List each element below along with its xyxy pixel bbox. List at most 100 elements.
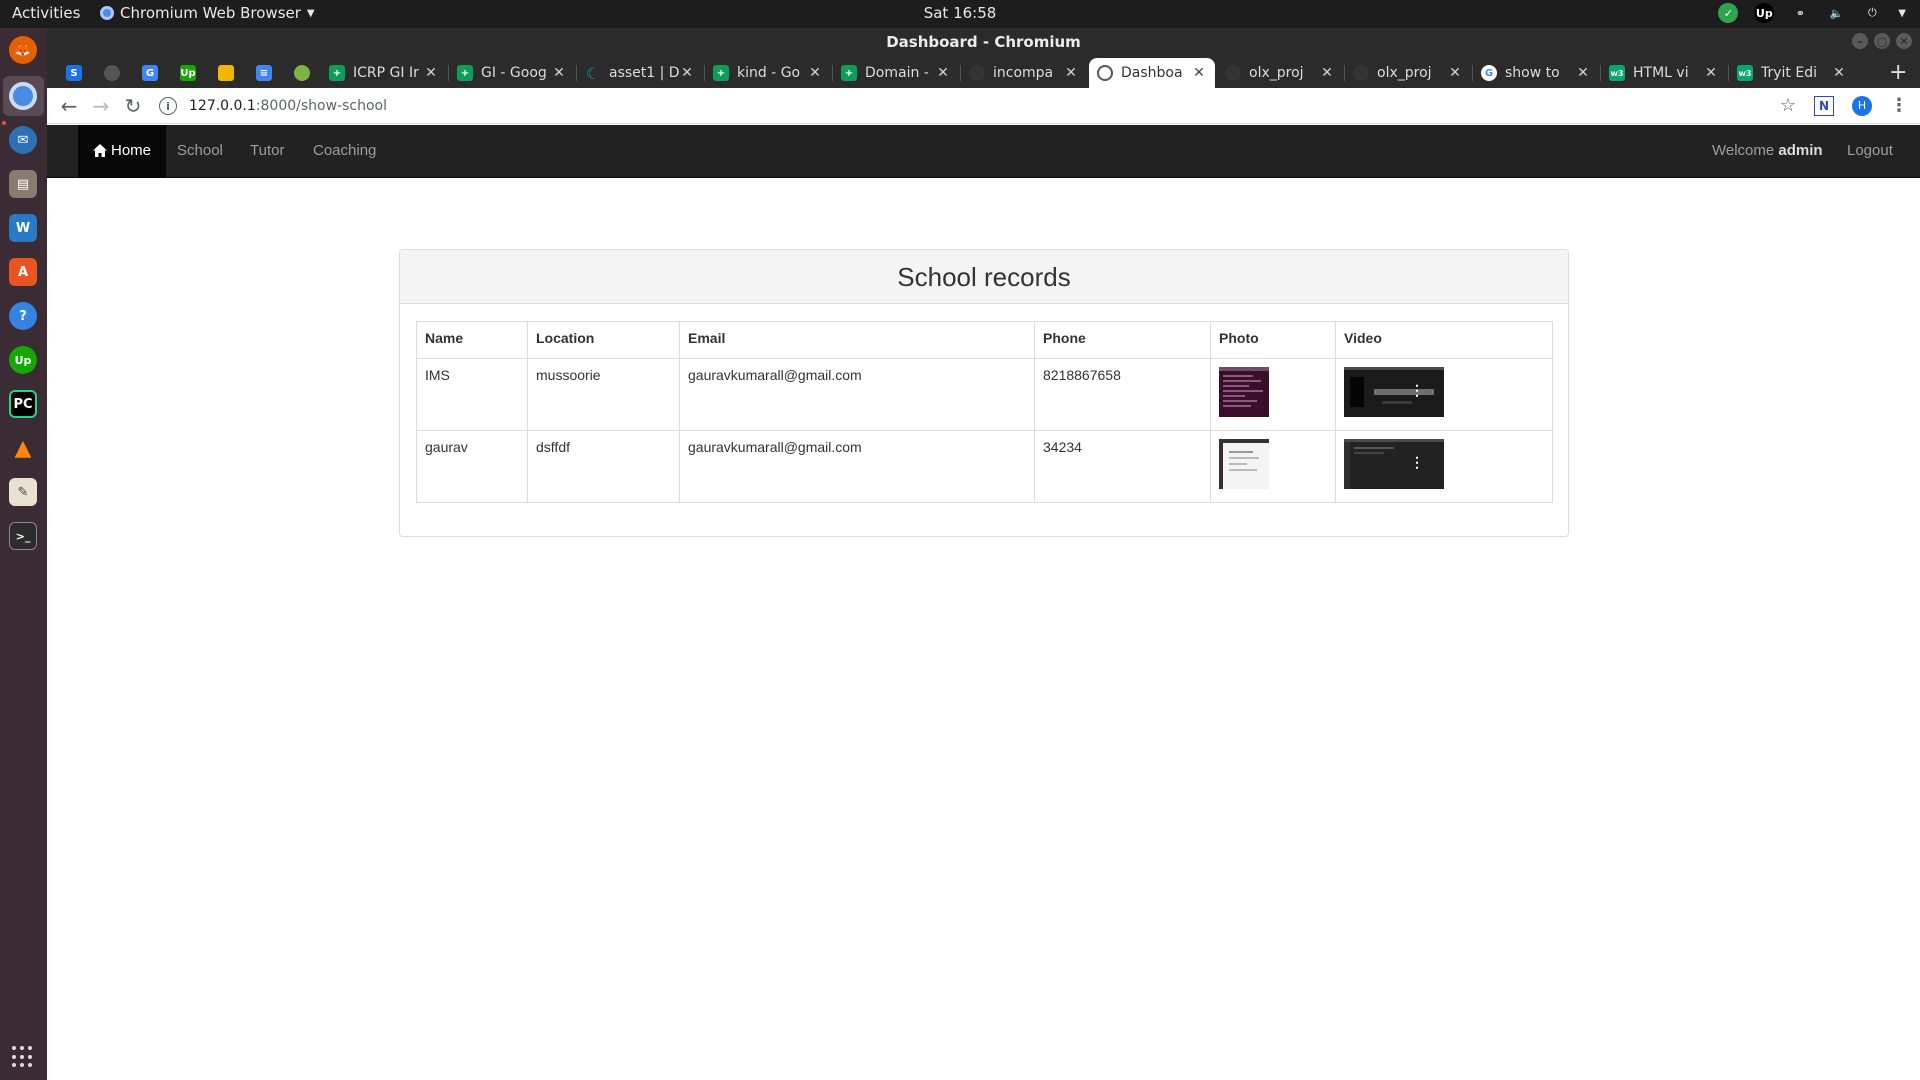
menu-kebab-icon[interactable]: ⋮ [1890,95,1908,116]
close-tab-icon[interactable]: ✕ [1831,65,1847,81]
text-editor-icon[interactable]: ✎ [9,478,37,506]
close-tab-icon[interactable]: ✕ [423,65,439,81]
maximize-icon[interactable]: ▢ [1874,33,1890,49]
pinned-tab[interactable] [207,58,245,88]
tab-strip: S G Up ≡ + ICRP GI Ir ✕ + GI - Goog ✕ ☾ asset… [47,56,1920,88]
school-records-table: Name Location Email Phone Photo Video IM… [416,321,1553,503]
video-menu-icon[interactable]: ⋮ [1410,383,1424,397]
w3schools-icon: w3 [1737,65,1753,81]
activities-button[interactable]: Activities [12,4,80,22]
nav-tutor[interactable]: Tutor [235,125,299,177]
video-menu-icon[interactable]: ⋮ [1410,455,1424,469]
extension-n-icon[interactable]: N [1814,95,1834,116]
video-thumbnail[interactable]: ⋮ [1344,439,1444,489]
close-tab-icon[interactable]: ✕ [1447,65,1463,81]
volume-icon[interactable]: 🔈 [1826,3,1846,23]
caret-down-icon[interactable]: ▼ [1898,8,1906,19]
photo-thumbnail[interactable] [1219,439,1269,489]
software-center-icon[interactable]: A [9,258,37,286]
window-title: Dashboard - Chromium [886,33,1081,51]
close-tab-icon[interactable]: ✕ [1319,65,1335,81]
pinned-tab[interactable]: ≡ [245,58,283,88]
column-header-email: Email [679,321,1035,359]
tab[interactable]: w3 HTML vi ✕ [1601,58,1727,88]
panel-title: School records [897,262,1071,292]
reload-icon[interactable]: ↻ [121,94,145,118]
back-icon[interactable]: ← [57,94,81,118]
tab[interactable]: olx_proj ✕ [1217,58,1343,88]
upwork-tab-icon: Up [180,65,196,81]
github-icon [969,65,985,81]
sheets-icon: + [329,65,345,81]
chromium-dock-icon[interactable] [9,82,37,110]
new-tab-button[interactable]: + [1889,60,1907,85]
close-tab-icon[interactable]: ✕ [935,65,951,81]
upwork-icon[interactable]: Up [9,346,37,374]
close-tab-icon[interactable]: ✕ [807,65,823,81]
nav-coaching[interactable]: Coaching [298,125,391,177]
help-icon[interactable]: ? [9,302,37,330]
cell-photo [1210,430,1336,503]
show-applications-icon[interactable] [12,1046,34,1068]
tab[interactable]: + GI - Goog ✕ [449,58,575,88]
address-bar[interactable]: i 127.0.0.1:8000/show-school [159,92,1839,120]
dock-running-indicator [2,121,6,125]
pinned-tab[interactable] [93,58,131,88]
close-tab-icon[interactable]: ✕ [551,65,567,81]
profile-avatar[interactable]: H [1852,95,1872,116]
video-frame [1344,367,1444,417]
close-tab-icon[interactable]: ✕ [1191,65,1207,81]
caret-down-icon: ▼ [306,7,315,19]
app-menu[interactable]: Chromium Web Browser ▼ [100,4,315,22]
pycharm-icon[interactable]: PC [9,390,37,418]
minimize-icon[interactable]: – [1852,33,1868,49]
update-icon[interactable]: ✓ [1718,3,1739,23]
photo-thumbnail[interactable] [1219,367,1269,417]
bookmark-star-icon[interactable]: ☆ [1780,95,1796,116]
thunderbird-icon[interactable]: ✉ [9,126,37,154]
tab[interactable]: Gshow to ✕ [1473,58,1599,88]
nav-school[interactable]: School [162,125,238,177]
tab-active[interactable]: Dashboa ✕ [1089,58,1215,88]
pinned-tab[interactable]: S [55,58,93,88]
pinned-tab[interactable]: G [131,58,169,88]
files-icon[interactable]: ▤ [9,170,37,198]
firefox-icon[interactable]: 🦊 [9,36,37,64]
close-tab-icon[interactable]: ✕ [679,65,695,81]
forward-icon[interactable]: → [89,94,113,118]
cell-phone: 34234 [1034,430,1211,503]
tab[interactable]: + kind - Go ✕ [705,58,831,88]
tab[interactable]: ☾ asset1 | D ✕ [577,58,703,88]
writer-icon[interactable]: W [9,214,37,242]
tab[interactable]: + ICRP GI Ir ✕ [321,58,447,88]
close-tab-icon[interactable]: ✕ [1703,65,1719,81]
close-tab-icon[interactable]: ✕ [1063,65,1079,81]
tab-label: ICRP GI Ir [353,65,419,81]
welcome-text: Welcome admin [1697,125,1838,177]
terminal-icon[interactable]: >_ [9,522,37,550]
sheets-icon: + [713,65,729,81]
tab[interactable]: incompa ✕ [961,58,1087,88]
power-icon[interactable]: ⏻ [1862,3,1882,23]
vlc-icon[interactable]: ▲ [9,434,37,462]
cell-video: ⋮ [1335,358,1553,431]
close-window-icon[interactable]: ✕ [1896,33,1912,49]
school-records-panel: School records Name Location Email Phone… [399,249,1569,537]
tab[interactable]: olx_proj ✕ [1345,58,1471,88]
close-tab-icon[interactable]: ✕ [1575,65,1591,81]
network-icon[interactable]: ⚭ [1790,3,1810,23]
tab-label: asset1 | D [609,65,679,81]
tab[interactable]: w3 Tryit Edi ✕ [1729,58,1855,88]
upwork-tray-icon[interactable]: Up [1754,3,1775,23]
nav-logout[interactable]: Logout [1832,125,1908,177]
clock[interactable]: Sat 16:58 [924,4,997,22]
video-thumbnail[interactable]: ⋮ [1344,367,1444,417]
nav-home[interactable]: Home [78,125,167,177]
site-info-icon[interactable]: i [159,97,177,115]
pinned-tab[interactable] [283,58,321,88]
table-header-row: Name Location Email Phone Photo Video [416,321,1553,359]
pinned-tab[interactable]: Up [169,58,207,88]
cell-location: mussoorie [527,358,680,431]
tab[interactable]: + Domain - ✕ [833,58,959,88]
column-header-photo: Photo [1210,321,1336,359]
